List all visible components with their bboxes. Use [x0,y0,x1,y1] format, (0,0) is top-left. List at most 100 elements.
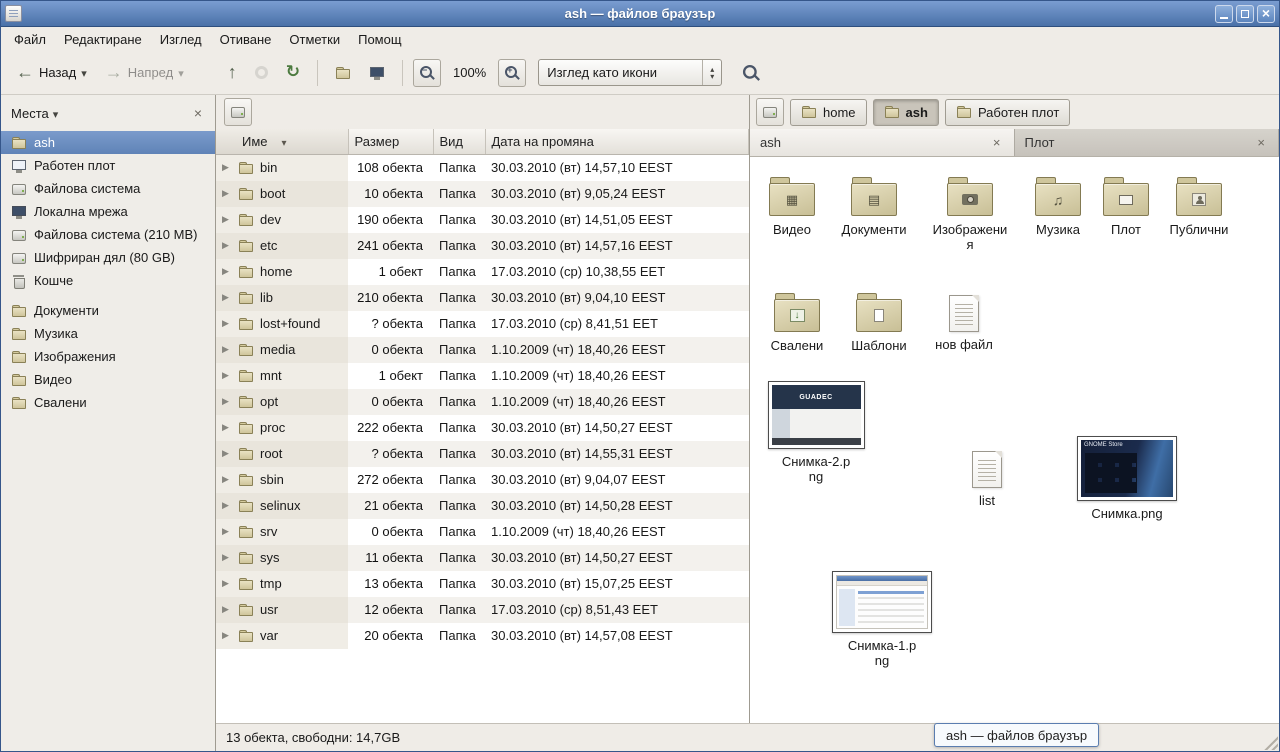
expander-icon[interactable] [222,370,232,381]
table-row[interactable]: lost+found ? обекта Папка 17.03.2010 (ср… [216,311,749,337]
expander-icon[interactable] [222,604,232,615]
maximize-button[interactable] [1236,5,1254,23]
sidebar-item[interactable]: Локална мрежа [1,200,215,223]
expander-icon[interactable] [222,500,232,511]
reload-button[interactable] [279,60,307,85]
table-row[interactable]: srv 0 обекта Папка 1.10.2009 (чт) 18,40,… [216,519,749,545]
expander-icon[interactable] [222,474,232,485]
icon-item-snimka1[interactable]: Снимка-1.png [827,571,937,669]
minimize-button[interactable] [1215,5,1233,23]
expander-icon[interactable] [222,448,232,459]
tab-ash[interactable]: ash [750,129,1015,156]
table-row[interactable]: home 1 обект Папка 17.03.2010 (ср) 10,38… [216,259,749,285]
root-location-button[interactable] [756,98,784,126]
expander-icon[interactable] [222,214,232,225]
icon-item-templates[interactable]: Шаблони [837,293,921,354]
menu-item[interactable]: Отметки [280,30,349,49]
expander-icon[interactable] [222,162,232,173]
expander-icon[interactable] [222,266,232,277]
icon-item-list[interactable]: list [945,451,1029,509]
menu-item[interactable]: Редактиране [55,30,151,49]
home-button[interactable] [328,60,358,86]
menu-item[interactable]: Помощ [349,30,410,49]
search-button[interactable] [736,60,766,86]
zoom-in-button[interactable]: + [498,59,526,87]
tab-desktop[interactable]: Плот [1015,129,1280,156]
table-row[interactable]: var 20 обекта Папка 30.03.2010 (вт) 14,5… [216,623,749,649]
path-button-desktop[interactable]: Работен плот [945,99,1070,126]
table-row[interactable]: bin 108 обекта Папка 30.03.2010 (вт) 14,… [216,154,749,181]
table-row[interactable]: mnt 1 обект Папка 1.10.2009 (чт) 18,40,2… [216,363,749,389]
table-row[interactable]: sys 11 обекта Папка 30.03.2010 (вт) 14,5… [216,545,749,571]
back-button[interactable]: Назад [9,60,94,86]
icon-view[interactable]: Видео Документи Изображения Музика [750,157,1279,723]
sidebar-item[interactable]: ash [1,131,215,154]
table-row[interactable]: boot 10 обекта Папка 30.03.2010 (вт) 9,0… [216,181,749,207]
root-location-button[interactable] [224,98,252,126]
expander-icon[interactable] [222,552,232,563]
expander-icon[interactable] [222,526,232,537]
sidebar-item[interactable]: Файлова система (210 MB) [1,223,215,246]
icon-item-snimka2[interactable]: GUADEC Снимка-2.png [761,381,871,485]
expander-icon[interactable] [222,396,232,407]
icon-item-snimka[interactable]: GNOME Store Снимка.png [1072,436,1182,522]
icon-item-public[interactable]: Публични [1157,177,1241,238]
table-row[interactable]: tmp 13 обекта Папка 30.03.2010 (вт) 15,0… [216,571,749,597]
expander-icon[interactable] [222,422,232,433]
sidebar-item[interactable]: Шифриран дял (80 GB) [1,246,215,269]
table-row[interactable]: sbin 272 обекта Папка 30.03.2010 (вт) 9,… [216,467,749,493]
view-mode-select[interactable]: Изглед като икони [538,59,722,86]
table-row[interactable]: lib 210 обекта Папка 30.03.2010 (вт) 9,0… [216,285,749,311]
table-row[interactable]: media 0 обекта Папка 1.10.2009 (чт) 18,4… [216,337,749,363]
sidebar-item[interactable]: Файлова система [1,177,215,200]
sidebar-item[interactable]: Документи [1,299,215,322]
expander-icon[interactable] [222,630,232,641]
table-row[interactable]: selinux 21 обекта Папка 30.03.2010 (вт) … [216,493,749,519]
column-header-type[interactable]: Вид [433,129,485,154]
forward-button[interactable]: Напред [98,60,191,86]
icon-item-documents[interactable]: Документи [832,177,916,238]
path-button-home[interactable]: home [790,99,867,126]
table-row[interactable]: dev 190 обекта Папка 30.03.2010 (вт) 14,… [216,207,749,233]
table-row[interactable]: usr 12 обекта Папка 17.03.2010 (ср) 8,51… [216,597,749,623]
zoom-out-button[interactable]: − [413,59,441,87]
stop-button[interactable] [248,61,275,84]
tab-close-icon[interactable] [1254,135,1268,151]
icon-item-video[interactable]: Видео [750,177,834,238]
sidebar-selector-caret-icon[interactable] [53,106,59,121]
table-row[interactable]: proc 222 обекта Папка 30.03.2010 (вт) 14… [216,415,749,441]
close-button[interactable] [1257,5,1275,23]
up-button[interactable] [221,60,244,86]
sidebar-item[interactable]: Видео [1,368,215,391]
titlebar[interactable]: ash — файлов браузър [1,1,1279,27]
menu-item[interactable]: Отиване [211,30,281,49]
path-button-ash[interactable]: ash [873,99,939,126]
table-row[interactable]: root ? обекта Папка 30.03.2010 (вт) 14,5… [216,441,749,467]
table-row[interactable]: opt 0 обекта Папка 1.10.2009 (чт) 18,40,… [216,389,749,415]
tab-close-icon[interactable] [990,135,1004,151]
expander-icon[interactable] [222,578,232,589]
sidebar-item[interactable]: Кошче [1,269,215,292]
sidebar-item[interactable]: Музика [1,322,215,345]
expander-icon[interactable] [222,188,232,199]
column-header-date[interactable]: Дата на промяна [485,129,749,154]
column-header-name[interactable]: Име [216,129,348,154]
menu-item[interactable]: Изглед [151,30,211,49]
menu-item[interactable]: Файл [5,30,55,49]
sidebar-close-button[interactable] [191,105,205,121]
expander-icon[interactable] [222,240,232,251]
back-history-caret-icon[interactable] [81,65,87,80]
sidebar-item[interactable]: Изображения [1,345,215,368]
table-row[interactable]: etc 241 обекта Папка 30.03.2010 (вт) 14,… [216,233,749,259]
sidebar-item[interactable]: Свалени [1,391,215,414]
expander-icon[interactable] [222,344,232,355]
icon-item-desktop[interactable]: Плот [1084,177,1168,238]
sidebar-item[interactable]: Работен плот [1,154,215,177]
icon-item-pictures[interactable]: Изображения [928,177,1012,253]
expander-icon[interactable] [222,318,232,329]
icon-item-downloads[interactable]: Свалени [755,293,839,354]
computer-button[interactable] [362,60,392,86]
expander-icon[interactable] [222,292,232,303]
column-header-size[interactable]: Размер [348,129,433,154]
icon-item-new-file[interactable]: нов файл [922,295,1006,353]
